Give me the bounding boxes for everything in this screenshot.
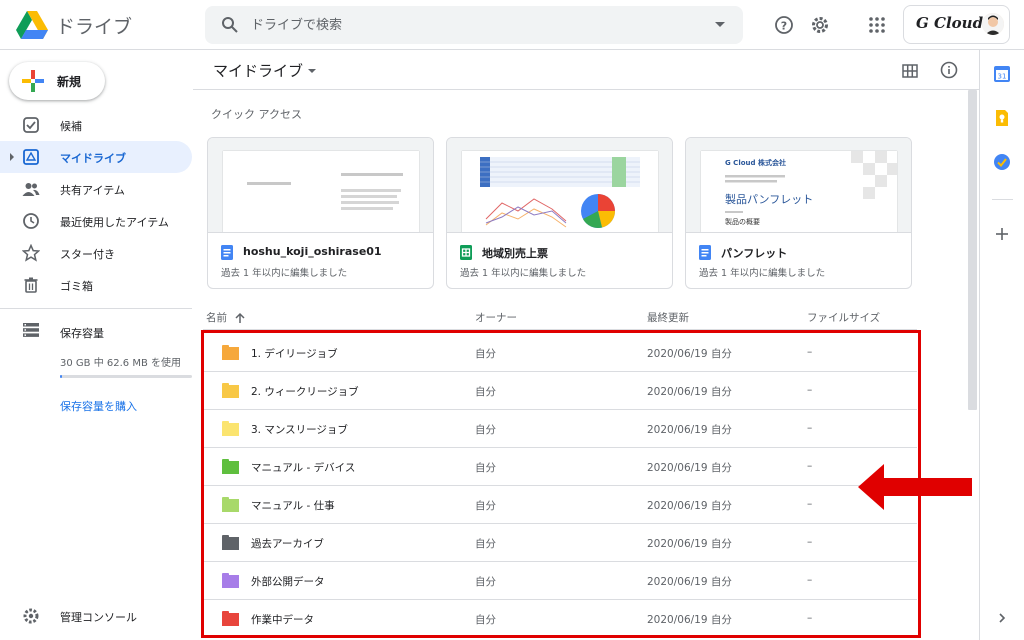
search-options-icon[interactable]	[715, 22, 725, 27]
quick-access-file-name: 地域別売上票	[482, 247, 548, 260]
brochure-company: G Cloud 株式会社	[725, 159, 786, 167]
scrollbar-thumb[interactable]	[968, 90, 977, 410]
docs-file-icon	[699, 245, 711, 264]
account-switcher[interactable]: G Cloud	[903, 5, 1010, 44]
storage-label[interactable]: 保存容量	[60, 325, 104, 341]
side-panel-divider	[992, 199, 1013, 200]
storage-progress-fill	[60, 375, 62, 378]
sort-ascending-icon[interactable]	[234, 309, 246, 328]
quick-access-subtitle: 過去 1 年以内に編集しました	[699, 268, 826, 279]
quick-access-file-name: パンフレット	[721, 247, 788, 260]
sidebar-item-admin-console[interactable]: 管理コンソール	[0, 600, 192, 632]
buy-storage-link[interactable]: 保存容量を購入	[60, 398, 137, 414]
trash-icon	[22, 276, 40, 298]
brochure-title: 製品パンフレット	[725, 193, 814, 206]
column-header-size[interactable]: ファイルサイズ	[807, 310, 880, 325]
clock-icon	[22, 212, 40, 234]
quick-access-card[interactable]: G Cloud 株式会社 製品パンフレット 製品の概要 パンフレット 過去 1 …	[685, 137, 912, 289]
quick-access-subtitle: 過去 1 年以内に編集しました	[460, 268, 587, 279]
column-header-modified[interactable]: 最終更新	[647, 310, 689, 325]
side-panel: 31	[979, 50, 1024, 640]
column-header-name[interactable]: 名前	[206, 310, 227, 325]
breadcrumb[interactable]: マイドライブ	[213, 60, 303, 81]
sidebar-item-label: マイドライブ	[60, 152, 126, 165]
file-thumbnail	[447, 138, 672, 233]
storage-icon	[22, 322, 40, 342]
brochure-section: 製品の概要	[725, 218, 760, 226]
sidebar-divider	[0, 308, 192, 309]
star-icon	[21, 243, 41, 266]
quick-access-subtitle: 過去 1 年以内に編集しました	[221, 268, 348, 279]
sidebar-item-label: スター付き	[60, 248, 115, 261]
sidebar-item-label: 共有アイテム	[60, 184, 125, 197]
search-input[interactable]	[251, 15, 691, 35]
brochure-preview: G Cloud 株式会社 製品パンフレット 製品の概要	[701, 151, 897, 232]
admin-gear-icon	[22, 607, 40, 629]
sidebar-item-label: ゴミ箱	[60, 280, 93, 293]
sidebar-item-label: 候補	[60, 120, 82, 133]
info-icon[interactable]	[940, 61, 958, 83]
keep-icon[interactable]	[993, 109, 1011, 131]
app-title[interactable]: ドライブ	[56, 12, 132, 39]
my-drive-icon	[22, 148, 40, 170]
toolbar-divider	[193, 89, 979, 90]
chevron-right-icon[interactable]	[995, 610, 1009, 629]
sheets-file-icon	[460, 245, 472, 264]
add-addon-icon[interactable]	[993, 225, 1011, 247]
avatar[interactable]	[982, 13, 1004, 35]
quick-access-heading: クイック アクセス	[211, 108, 302, 121]
breadcrumb-dropdown-icon[interactable]	[308, 69, 316, 73]
gear-icon[interactable]	[810, 15, 830, 39]
storage-usage-text: 30 GB 中 62.6 MB を使用	[60, 358, 181, 369]
search-bar[interactable]	[205, 6, 743, 44]
file-thumbnail	[208, 138, 433, 233]
highlight-annotation-box	[201, 330, 921, 638]
quick-access-file-name: hoshu_koji_oshirase01	[243, 245, 382, 258]
sidebar-item-trash[interactable]: ゴミ箱	[0, 269, 192, 301]
left-arrow-annotation-icon	[858, 462, 974, 516]
apps-grid-icon[interactable]	[869, 17, 885, 37]
plus-icon	[22, 70, 44, 96]
docs-file-icon	[221, 245, 233, 264]
spreadsheet-preview	[462, 151, 658, 232]
svg-text:31: 31	[998, 73, 1007, 81]
sidebar-item-suggested[interactable]: 候補	[0, 109, 192, 141]
sidebar-item-starred[interactable]: スター付き	[0, 237, 192, 269]
svg-text:?: ?	[781, 20, 787, 33]
brand-logo-text: G Cloud	[916, 14, 984, 32]
checkbox-icon	[22, 116, 40, 138]
quick-access-card[interactable]: 地域別売上票 過去 1 年以内に編集しました	[446, 137, 673, 289]
drive-logo-icon[interactable]	[16, 11, 48, 39]
help-icon[interactable]: ?	[774, 15, 794, 39]
document-preview	[223, 151, 419, 232]
search-icon[interactable]	[221, 16, 239, 38]
calendar-icon[interactable]: 31	[993, 65, 1011, 87]
sidebar-item-shared[interactable]: 共有アイテム	[0, 173, 192, 205]
new-button-label: 新規	[57, 75, 82, 89]
sidebar-item-recent[interactable]: 最近使用したアイテム	[0, 205, 192, 237]
column-header-owner[interactable]: オーナー	[475, 310, 517, 325]
top-bar: ドライブ ? G Cloud	[0, 0, 1024, 50]
file-thumbnail: G Cloud 株式会社 製品パンフレット 製品の概要	[686, 138, 911, 233]
sidebar-item-label: 最近使用したアイテム	[60, 216, 169, 229]
people-icon	[22, 180, 40, 202]
sidebar-item-my-drive[interactable]: マイドライブ	[0, 141, 192, 173]
tasks-icon[interactable]	[993, 153, 1011, 175]
storage-progress-bar	[60, 375, 192, 378]
expand-caret-icon[interactable]	[10, 153, 14, 161]
grid-view-icon[interactable]	[902, 63, 918, 82]
new-button[interactable]: 新規	[9, 62, 105, 100]
admin-console-label: 管理コンソール	[60, 611, 137, 624]
quick-access-card[interactable]: hoshu_koji_oshirase01 過去 1 年以内に編集しました	[207, 137, 434, 289]
